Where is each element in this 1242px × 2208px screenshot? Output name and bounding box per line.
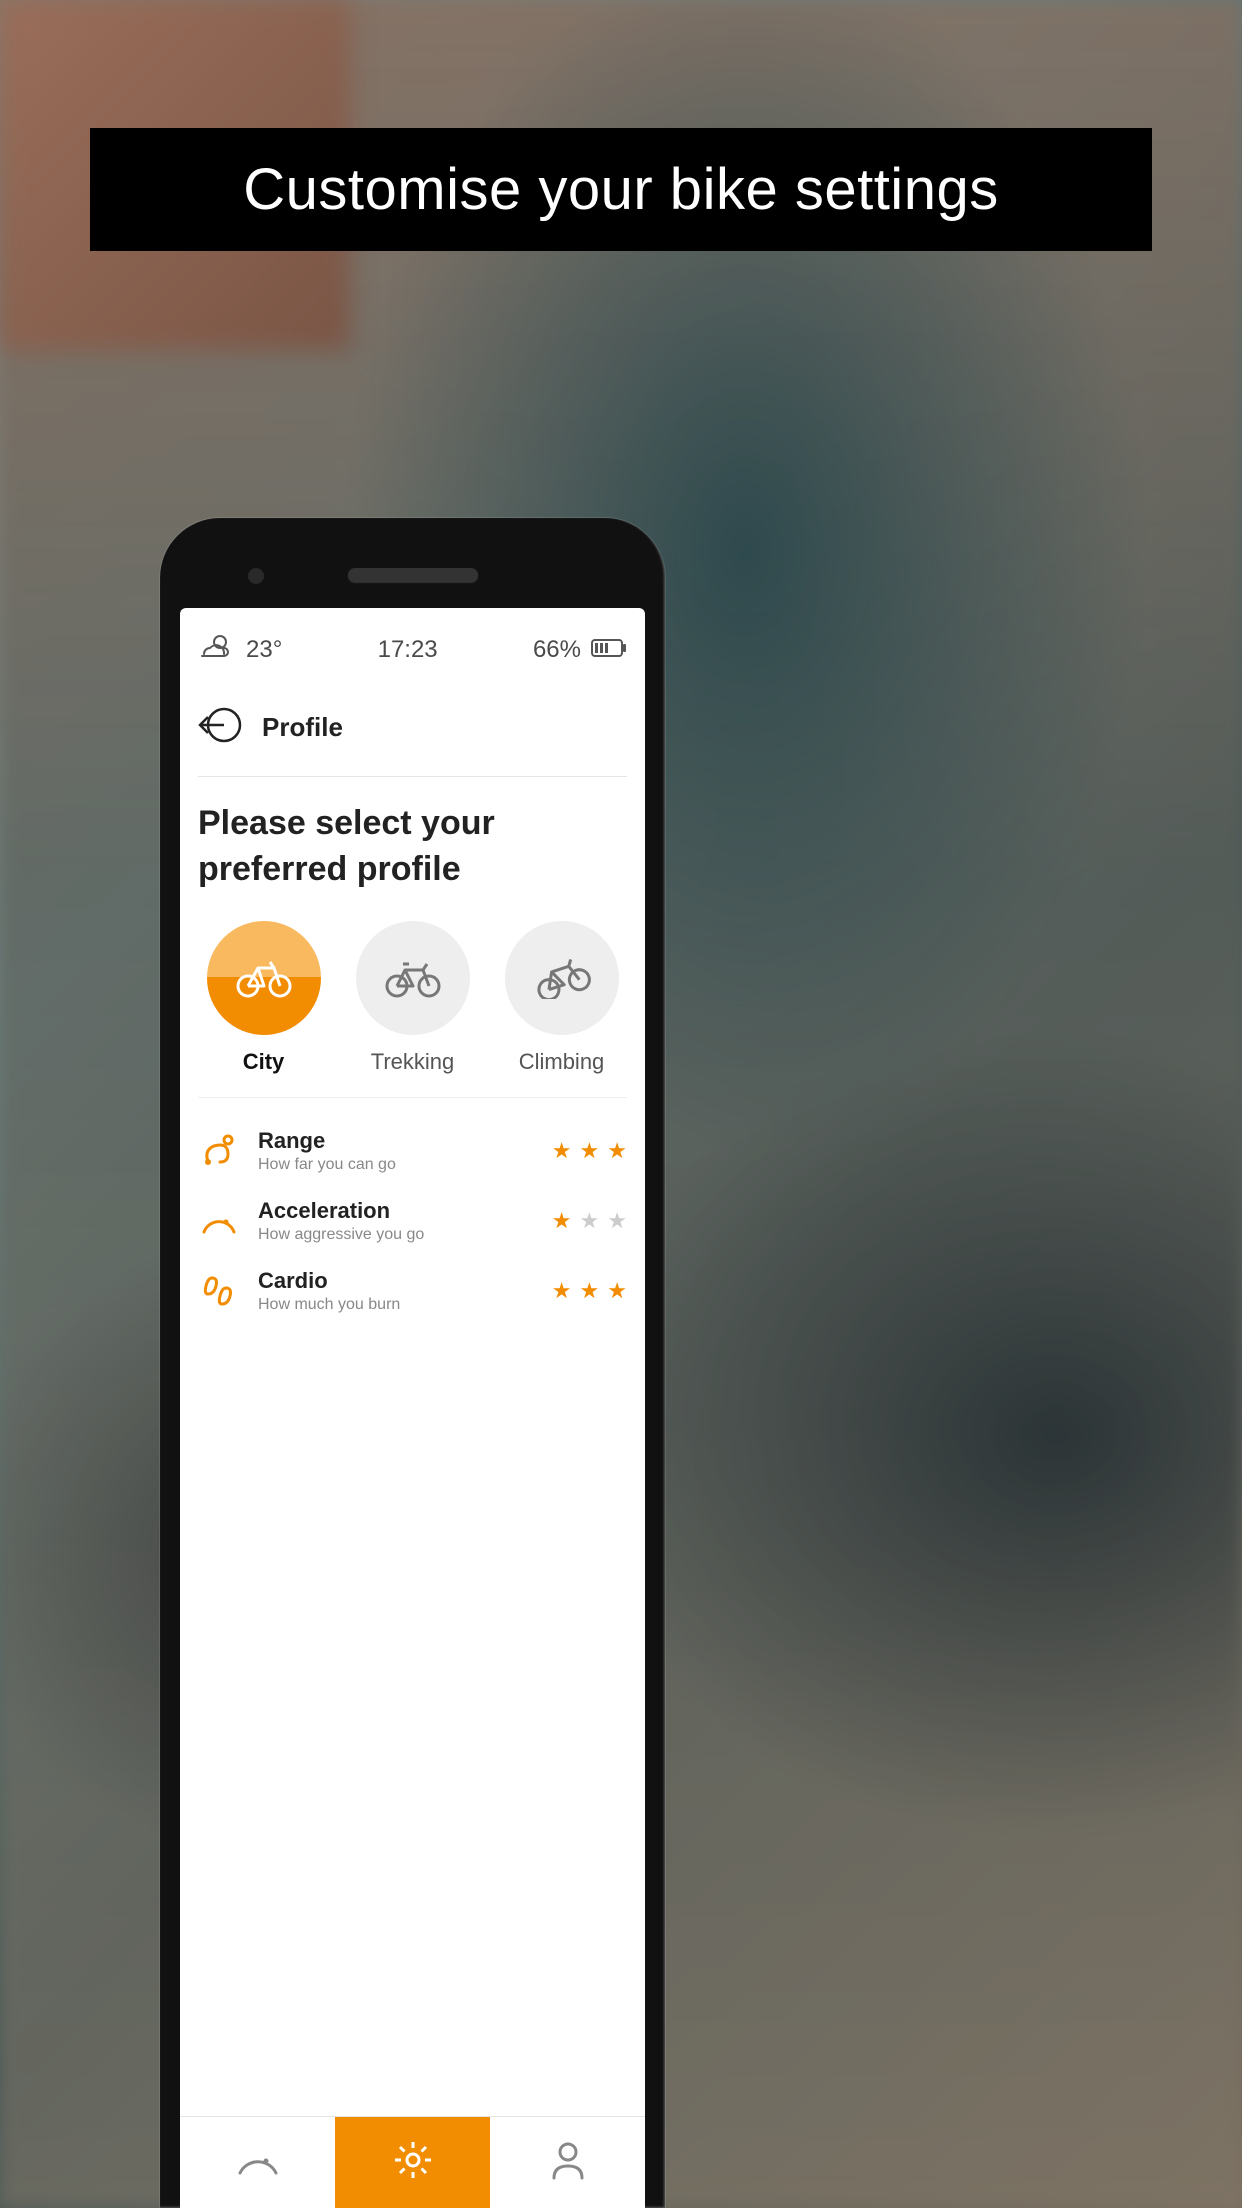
profile-option-climbing[interactable]: Climbing bbox=[496, 921, 627, 1075]
metric-title: Acceleration bbox=[258, 1198, 534, 1224]
nav-dashboard[interactable] bbox=[180, 2117, 335, 2208]
status-right: 66% bbox=[533, 636, 627, 664]
battery-percent: 66% bbox=[533, 636, 581, 664]
star-icon: ★ bbox=[552, 1138, 572, 1164]
phone-frame: 23° 17:23 66% bbox=[160, 518, 665, 2208]
back-button[interactable] bbox=[198, 703, 242, 752]
cardio-icon bbox=[198, 1272, 240, 1310]
trekking-bike-icon bbox=[383, 958, 443, 998]
profile-label: City bbox=[243, 1049, 285, 1075]
star-icon: ★ bbox=[607, 1208, 627, 1234]
rating-stars: ★ ★ ★ bbox=[552, 1138, 627, 1164]
metric-subtitle: How far you can go bbox=[258, 1156, 534, 1174]
range-icon bbox=[198, 1132, 240, 1170]
page-title: Profile bbox=[262, 712, 343, 743]
star-icon: ★ bbox=[552, 1208, 572, 1234]
profile-option-city[interactable]: City bbox=[198, 921, 329, 1075]
metric-title: Cardio bbox=[258, 1268, 534, 1294]
weather-icon bbox=[198, 632, 232, 667]
user-icon bbox=[549, 2140, 587, 2185]
divider bbox=[198, 1097, 627, 1098]
metric-range: Range How far you can go ★ ★ ★ bbox=[198, 1116, 627, 1186]
bottom-nav bbox=[180, 2116, 645, 2208]
metric-text: Acceleration How aggressive you go bbox=[258, 1198, 534, 1244]
climbing-bike-icon bbox=[531, 957, 593, 999]
profile-label: Trekking bbox=[371, 1049, 455, 1075]
content-area: Please select your preferred profile Cit… bbox=[180, 777, 645, 2116]
status-left: 23° bbox=[198, 632, 282, 667]
gear-icon bbox=[392, 2139, 434, 2186]
marketing-banner: Customise your bike settings bbox=[90, 128, 1152, 251]
app-screen: 23° 17:23 66% bbox=[180, 608, 645, 2208]
rating-stars: ★ ★ ★ bbox=[552, 1278, 627, 1304]
profile-circle bbox=[505, 921, 619, 1035]
star-icon: ★ bbox=[580, 1208, 600, 1234]
metric-acceleration: Acceleration How aggressive you go ★ ★ ★ bbox=[198, 1186, 627, 1256]
metric-subtitle: How much you burn bbox=[258, 1296, 534, 1314]
profile-circle bbox=[356, 921, 470, 1035]
clock-time: 17:23 bbox=[378, 636, 438, 664]
profile-selector: City Trekking bbox=[198, 921, 627, 1075]
temperature-value: 23° bbox=[246, 636, 282, 664]
metric-text: Cardio How much you burn bbox=[258, 1268, 534, 1314]
acceleration-icon bbox=[198, 1206, 240, 1236]
status-bar: 23° 17:23 66% bbox=[180, 608, 645, 685]
metric-subtitle: How aggressive you go bbox=[258, 1226, 534, 1244]
phone-camera bbox=[248, 568, 264, 584]
metric-cardio: Cardio How much you burn ★ ★ ★ bbox=[198, 1256, 627, 1326]
profile-label: Climbing bbox=[519, 1049, 605, 1075]
page-header: Profile bbox=[180, 685, 645, 776]
star-icon: ★ bbox=[607, 1278, 627, 1304]
star-icon: ★ bbox=[552, 1278, 572, 1304]
banner-title: Customise your bike settings bbox=[243, 157, 998, 222]
nav-settings[interactable] bbox=[335, 2117, 490, 2208]
star-icon: ★ bbox=[580, 1138, 600, 1164]
rating-stars: ★ ★ ★ bbox=[552, 1208, 627, 1234]
battery-icon bbox=[591, 636, 627, 664]
gauge-icon bbox=[236, 2143, 280, 2182]
phone-speaker bbox=[348, 568, 478, 582]
star-icon: ★ bbox=[580, 1278, 600, 1304]
star-icon: ★ bbox=[607, 1138, 627, 1164]
metric-title: Range bbox=[258, 1128, 534, 1154]
city-bike-icon bbox=[234, 958, 294, 998]
nav-profile[interactable] bbox=[490, 2117, 645, 2208]
profile-circle bbox=[207, 921, 321, 1035]
metric-text: Range How far you can go bbox=[258, 1128, 534, 1174]
profile-option-trekking[interactable]: Trekking bbox=[347, 921, 478, 1075]
section-heading: Please select your preferred profile bbox=[198, 801, 627, 893]
